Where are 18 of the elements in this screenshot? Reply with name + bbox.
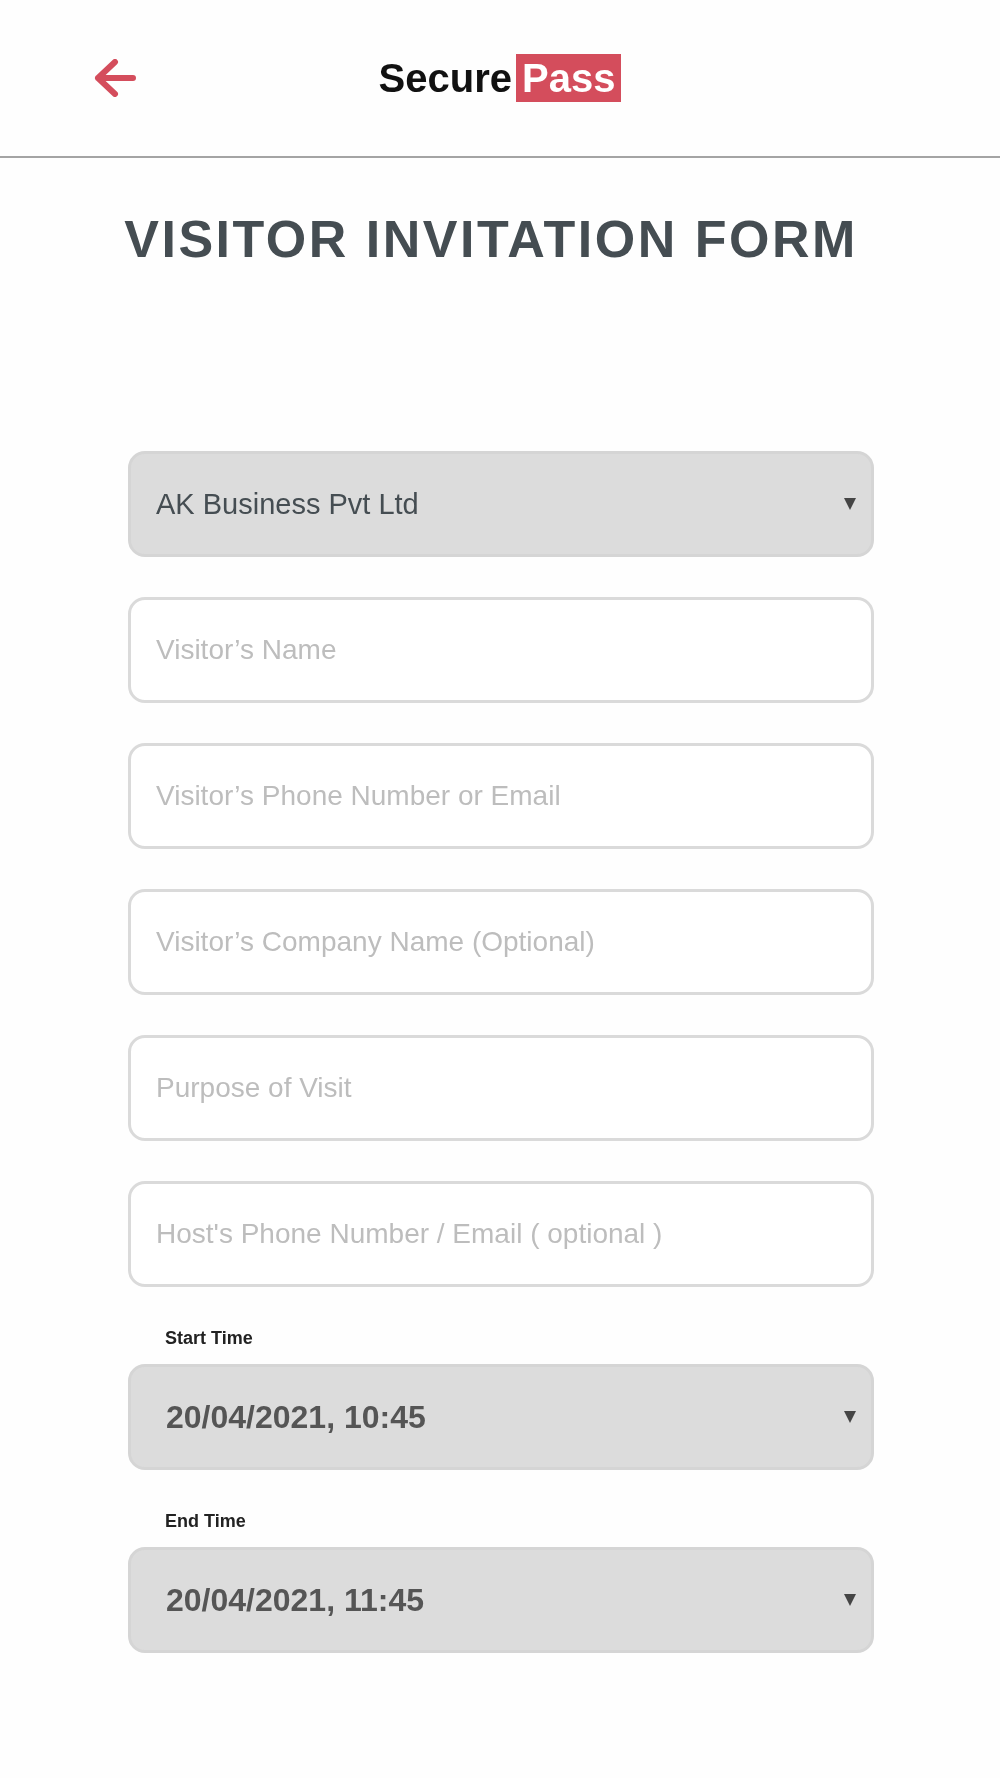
logo-text: Secure (378, 55, 512, 102)
input-field[interactable]: Host's Phone Number / Email ( optional ) (128, 1181, 874, 1287)
arrow-left-icon (94, 59, 136, 97)
input-field[interactable]: Visitor’s Company Name (Optional) (128, 889, 874, 995)
caret-icon (844, 1594, 856, 1606)
form-title: VISITOR INVITATION FORM (123, 209, 859, 270)
datetime-dropdown[interactable]: 20/04/2021, 10:45 (128, 1364, 874, 1470)
caret-icon (844, 498, 856, 510)
input-field[interactable]: Visitor’s Name (128, 597, 874, 703)
datetime-dropdown[interactable]: 20/04/2021, 11:45 (128, 1547, 874, 1653)
caret-icon (844, 1411, 856, 1423)
input-field[interactable]: Purpose of Visit (128, 1035, 874, 1141)
logo-badge: Pass (516, 54, 622, 102)
company-dropdown[interactable]: AK Business Pvt Ltd (128, 451, 874, 557)
field-label: Start Time (165, 1327, 253, 1349)
field-label: End Time (165, 1510, 246, 1532)
back-button[interactable] (94, 59, 136, 97)
input-field[interactable]: Visitor’s Phone Number or Email (128, 743, 874, 849)
